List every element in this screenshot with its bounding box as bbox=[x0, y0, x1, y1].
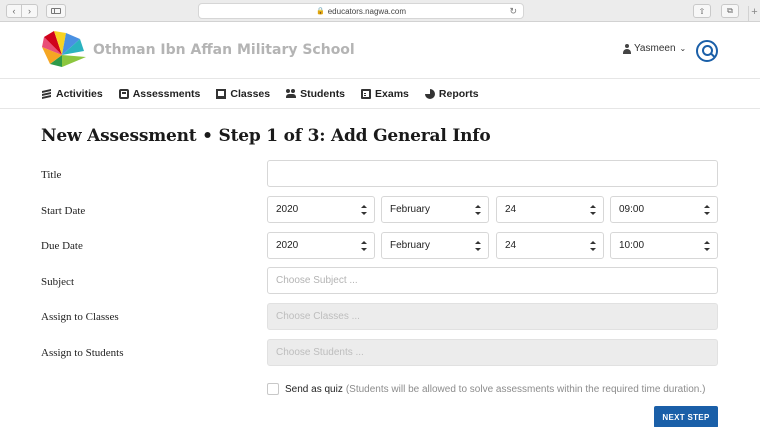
students-select[interactable]: Choose Students ... bbox=[267, 339, 718, 366]
nav-item-activities[interactable]: Activities bbox=[42, 88, 103, 100]
chevron-right-icon: › bbox=[28, 6, 31, 16]
select-value: 2020 bbox=[276, 240, 299, 251]
main-nav: Activities Assessments Classes Students … bbox=[0, 80, 760, 109]
nav-item-students[interactable]: Students bbox=[286, 88, 345, 100]
select-value: February bbox=[390, 240, 431, 251]
students-icon bbox=[286, 89, 297, 99]
select-value: February bbox=[390, 204, 431, 215]
due-time-select[interactable]: 10:00 bbox=[610, 232, 718, 259]
chevron-left-icon: ‹ bbox=[12, 6, 16, 16]
due-month-select[interactable]: February bbox=[381, 232, 489, 259]
assessment-icon bbox=[118, 89, 129, 99]
select-value: 09:00 bbox=[619, 204, 645, 215]
sidebar-toggle-button[interactable] bbox=[46, 4, 66, 18]
select-arrows-icon bbox=[475, 241, 481, 251]
nav-item-reports[interactable]: Reports bbox=[424, 88, 479, 100]
site-header: Othman Ibn Affan Military School Yasmeen… bbox=[0, 22, 760, 79]
send-as-quiz-checkbox[interactable] bbox=[267, 383, 279, 395]
select-arrows-icon bbox=[590, 205, 596, 215]
page-title: New Assessment • Step 1 of 3: Add Genera… bbox=[41, 126, 491, 146]
sidebar-icon bbox=[51, 8, 61, 14]
nav-item-exams[interactable]: Exams bbox=[361, 88, 409, 100]
nav-item-label: Activities bbox=[56, 88, 103, 100]
next-step-button[interactable]: NEXT STEP bbox=[654, 406, 718, 427]
url-text: educators.nagwa.com bbox=[327, 6, 406, 16]
send-as-quiz-option: Send as quiz (Students will be allowed t… bbox=[267, 383, 705, 395]
subject-select[interactable]: Choose Subject ... bbox=[267, 267, 718, 294]
select-arrows-icon bbox=[361, 241, 367, 251]
start-year-select[interactable]: 2020 bbox=[267, 196, 375, 223]
select-arrows-icon bbox=[704, 241, 710, 251]
nav-item-label: Classes bbox=[230, 88, 271, 100]
select-arrows-icon bbox=[704, 205, 710, 215]
nav-item-label: Students bbox=[300, 88, 346, 100]
select-arrows-icon bbox=[590, 241, 596, 251]
select-value: 10:00 bbox=[619, 240, 645, 251]
pie-chart-icon bbox=[424, 89, 435, 99]
back-button[interactable]: ‹ bbox=[6, 4, 22, 18]
classes-select[interactable]: Choose Classes ... bbox=[267, 303, 718, 330]
chevron-down-icon: ⌄ bbox=[679, 44, 687, 53]
nav-item-label: Assessments bbox=[132, 88, 201, 100]
subject-label: Subject bbox=[41, 276, 74, 288]
forward-button[interactable]: › bbox=[22, 4, 38, 18]
share-button[interactable]: ⇧ bbox=[693, 4, 711, 18]
exam-icon bbox=[361, 89, 372, 99]
start-day-select[interactable]: 24 bbox=[496, 196, 604, 223]
nav-item-label: Exams bbox=[375, 88, 409, 100]
due-year-select[interactable]: 2020 bbox=[267, 232, 375, 259]
send-as-quiz-label[interactable]: Send as quiz bbox=[285, 384, 343, 395]
user-menu[interactable]: Yasmeen ⌄ bbox=[623, 43, 686, 54]
browser-toolbar: ‹ › 🔒 educators.nagwa.com ↻ ⇧ ⧉ + bbox=[0, 0, 760, 22]
select-arrows-icon bbox=[361, 205, 367, 215]
nav-item-classes[interactable]: Classes bbox=[216, 88, 270, 100]
share-icon: ⇧ bbox=[698, 6, 706, 16]
tabs-icon: ⧉ bbox=[727, 6, 733, 15]
lock-icon: 🔒 bbox=[316, 8, 325, 15]
tabs-button[interactable]: ⧉ bbox=[721, 4, 739, 18]
nav-item-assessments[interactable]: Assessments bbox=[118, 88, 201, 100]
select-arrows-icon bbox=[475, 205, 481, 215]
new-tab-button[interactable]: + bbox=[748, 6, 760, 22]
due-date-label: Due Date bbox=[41, 240, 83, 252]
nav-item-label: Reports bbox=[438, 88, 479, 100]
start-month-select[interactable]: February bbox=[381, 196, 489, 223]
students-label: Assign to Students bbox=[41, 347, 124, 359]
send-as-quiz-hint: (Students will be allowed to solve asses… bbox=[345, 383, 706, 395]
user-icon bbox=[623, 43, 631, 54]
search-button[interactable] bbox=[696, 40, 718, 62]
user-name: Yasmeen bbox=[634, 43, 676, 54]
classes-label: Assign to Classes bbox=[41, 311, 119, 323]
plus-icon: + bbox=[751, 6, 758, 18]
select-value: 24 bbox=[505, 240, 517, 251]
address-bar[interactable]: 🔒 educators.nagwa.com ↻ bbox=[198, 3, 524, 19]
browser-nav-buttons: ‹ › bbox=[6, 4, 38, 18]
due-day-select[interactable]: 24 bbox=[496, 232, 604, 259]
school-name[interactable]: Othman Ibn Affan Military School bbox=[93, 42, 355, 58]
layers-icon bbox=[42, 89, 52, 99]
title-label: Title bbox=[41, 169, 62, 181]
reload-icon[interactable]: ↻ bbox=[509, 6, 517, 17]
title-input[interactable] bbox=[267, 160, 718, 187]
classes-icon bbox=[216, 89, 227, 99]
select-value: 24 bbox=[505, 204, 517, 215]
start-time-select[interactable]: 09:00 bbox=[610, 196, 718, 223]
select-value: 2020 bbox=[276, 204, 299, 215]
school-logo[interactable] bbox=[40, 31, 86, 67]
start-date-label: Start Date bbox=[41, 205, 86, 217]
